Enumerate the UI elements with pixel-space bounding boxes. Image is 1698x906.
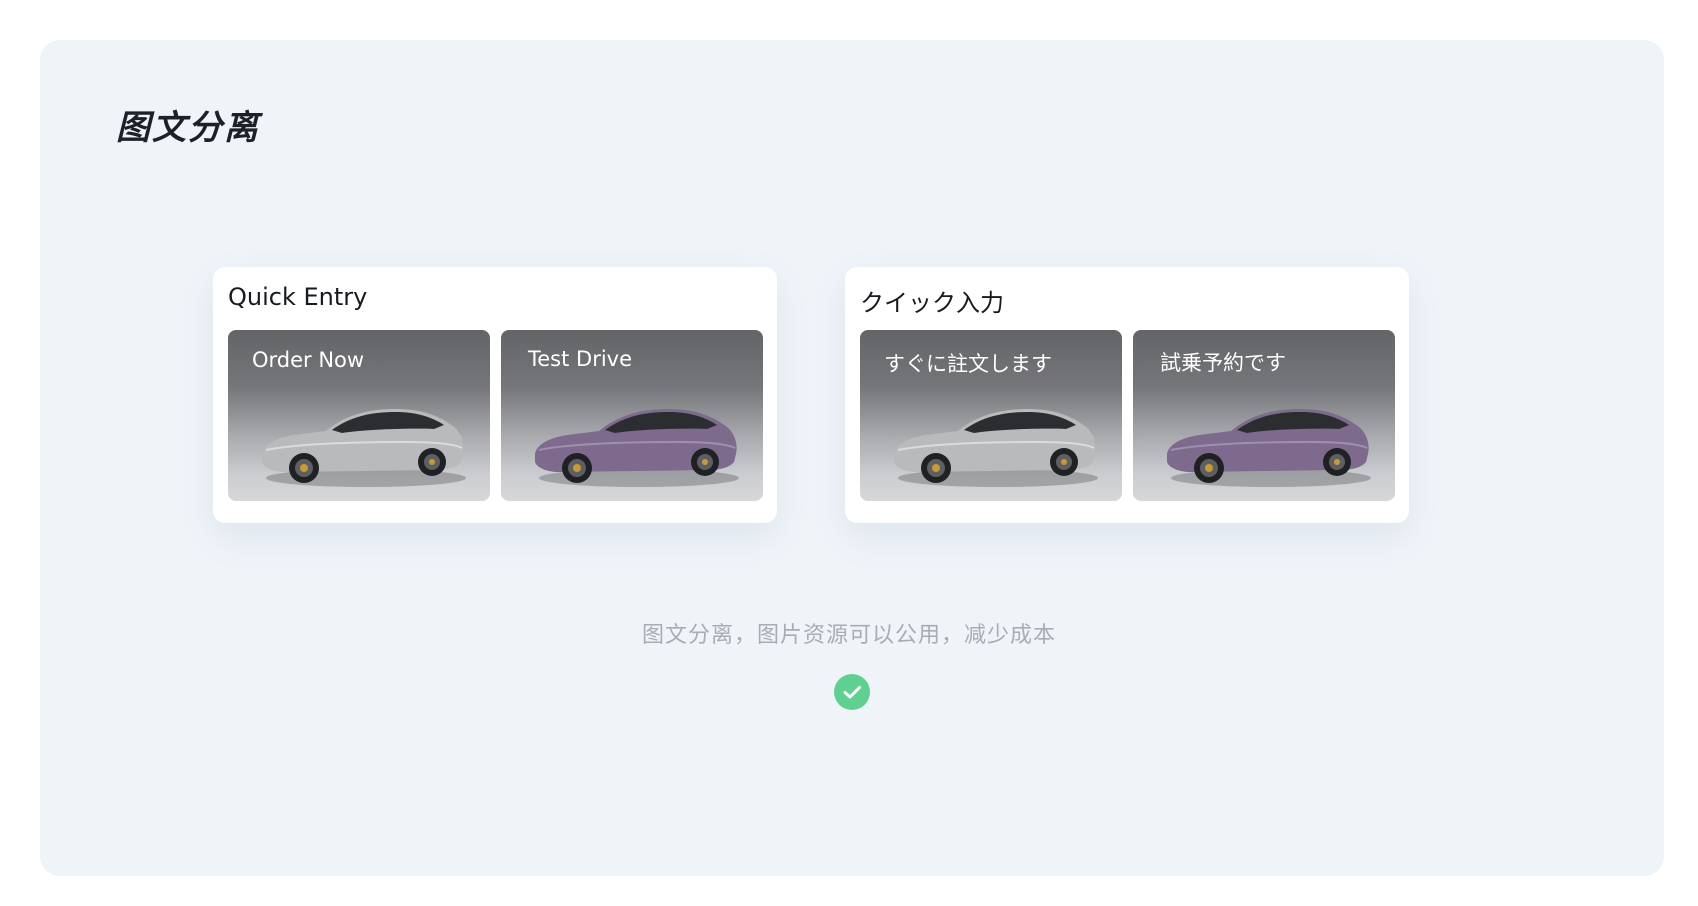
card-title: クイック入力: [860, 289, 1004, 317]
tile-label: Order Now: [252, 348, 365, 372]
tile-label: Test Drive: [528, 347, 633, 371]
test-drive-tile-ja[interactable]: 試乗予約です: [1133, 330, 1395, 501]
page-title: 图文分离: [116, 108, 260, 148]
card-title: Quick Entry: [228, 283, 368, 311]
car-image-silver: [262, 409, 466, 487]
tile-label: 試乗予約です: [1160, 351, 1286, 375]
tile-label: すぐに註文します: [884, 352, 1052, 376]
car-image-silver: [894, 409, 1098, 487]
caption-text: 图文分离，图片资源可以公用，减少成本: [641, 623, 1056, 648]
check-circle-icon: [834, 674, 870, 710]
car-image-purple: [535, 409, 739, 487]
order-now-tile[interactable]: Order Now: [228, 330, 490, 501]
test-drive-tile[interactable]: Test Drive: [501, 330, 763, 501]
order-now-tile-ja[interactable]: すぐに註文します: [860, 330, 1122, 501]
quick-entry-card-en: Quick Entry Order Now Test Drive: [213, 267, 777, 523]
car-image-purple: [1167, 409, 1371, 487]
check-mark-icon: [843, 686, 861, 699]
quick-entry-card-ja: クイック入力 すぐに註文します 試乗予約です: [845, 267, 1409, 523]
